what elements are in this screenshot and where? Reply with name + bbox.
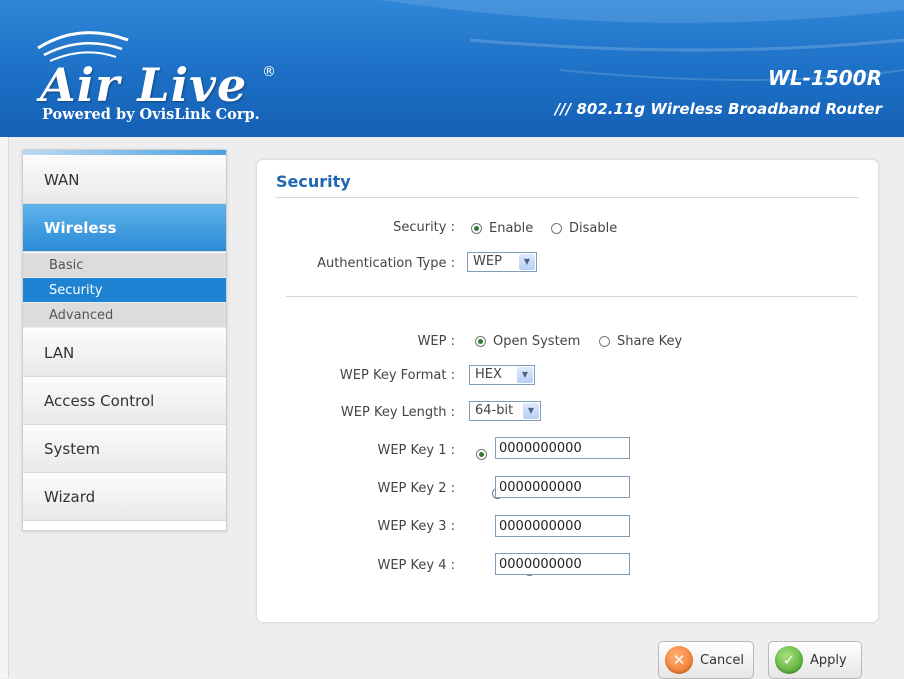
sidebar-subitem-security[interactable]: Security — [23, 278, 226, 303]
key-format-label: WEP Key Format : — [339, 368, 455, 383]
auth-type-select[interactable]: WEP ▼ — [467, 252, 537, 272]
sidebar-item-wan[interactable]: WAN — [23, 156, 226, 204]
title-divider — [276, 197, 859, 198]
security-disable-label: Disable — [569, 221, 618, 236]
wep-key-4-input[interactable] — [495, 553, 630, 575]
security-enable-radio[interactable] — [471, 223, 482, 234]
sidebar-item-system[interactable]: System — [23, 425, 226, 473]
wep-share-key-radio[interactable] — [599, 336, 610, 347]
model-description: /// 802.11g Wireless Broadband Router — [554, 100, 882, 118]
sidebar-subitem-advanced[interactable]: Advanced — [23, 303, 226, 328]
security-enable-label: Enable — [489, 221, 534, 236]
wep-key-2-label: WEP Key 2 : — [377, 481, 455, 496]
wep-share-key-option[interactable]: Share Key — [599, 334, 682, 349]
sidebar-nav: WAN Wireless Basic Security Advanced LAN… — [22, 149, 227, 531]
page-title: Security — [276, 172, 351, 191]
security-label: Security : — [393, 220, 455, 235]
wep-open-system-label: Open System — [493, 334, 581, 349]
cancel-button[interactable]: ✕ Cancel — [658, 641, 754, 679]
sidebar-subitem-basic[interactable]: Basic — [23, 253, 226, 278]
wep-key-1-label: WEP Key 1 : — [377, 443, 455, 458]
sidebar-item-wireless[interactable]: Wireless — [23, 204, 226, 252]
model-name: WL-1500R — [767, 66, 882, 90]
wep-key-2-input[interactable] — [495, 476, 630, 498]
key-format-value: HEX — [475, 367, 502, 382]
wep-open-system-option[interactable]: Open System — [475, 334, 580, 349]
brand-tagline: Powered by OvisLink Corp. — [42, 106, 260, 123]
wep-key-1-radio[interactable] — [476, 449, 487, 460]
wep-label: WEP : — [417, 334, 455, 349]
sidebar-item-access-control[interactable]: Access Control — [23, 377, 226, 425]
chevron-down-icon: ▼ — [519, 254, 535, 270]
header-banner: Air Live ® Powered by OvisLink Corp. WL-… — [0, 0, 904, 137]
chevron-down-icon: ▼ — [517, 367, 533, 383]
apply-button[interactable]: ✓ Apply — [768, 641, 862, 679]
security-panel: Security Security : Enable Disable Authe… — [257, 160, 878, 622]
check-icon: ✓ — [775, 646, 803, 674]
wep-open-system-radio[interactable] — [475, 336, 486, 347]
security-disable-option[interactable]: Disable — [551, 221, 617, 236]
wep-key-1-input[interactable] — [495, 437, 630, 459]
x-icon: ✕ — [665, 646, 693, 674]
sidebar-item-lan[interactable]: LAN — [23, 329, 226, 377]
wep-key-4-label: WEP Key 4 : — [377, 558, 455, 573]
security-enable-option[interactable]: Enable — [471, 221, 533, 236]
cancel-button-label: Cancel — [700, 652, 745, 668]
wep-key-3-label: WEP Key 3 : — [377, 519, 455, 534]
key-length-label: WEP Key Length : — [340, 405, 455, 420]
section-divider — [286, 296, 857, 297]
wep-key-3-input[interactable] — [495, 515, 630, 537]
key-length-select[interactable]: 64-bit ▼ — [469, 401, 541, 421]
security-disable-radio[interactable] — [551, 223, 562, 234]
page-left-border — [0, 137, 9, 678]
sidebar-accent-bar — [23, 150, 226, 155]
registered-mark: ® — [262, 64, 276, 80]
chevron-down-icon: ▼ — [523, 403, 539, 419]
apply-button-label: Apply — [810, 652, 847, 668]
auth-type-label: Authentication Type : — [317, 256, 455, 271]
auth-type-value: WEP — [473, 254, 502, 269]
wep-share-key-label: Share Key — [617, 334, 683, 349]
brand-logo: Air Live — [40, 58, 248, 112]
key-length-value: 64-bit — [475, 403, 514, 418]
key-format-select[interactable]: HEX ▼ — [469, 365, 535, 385]
sidebar-item-wizard[interactable]: Wizard — [23, 473, 226, 521]
